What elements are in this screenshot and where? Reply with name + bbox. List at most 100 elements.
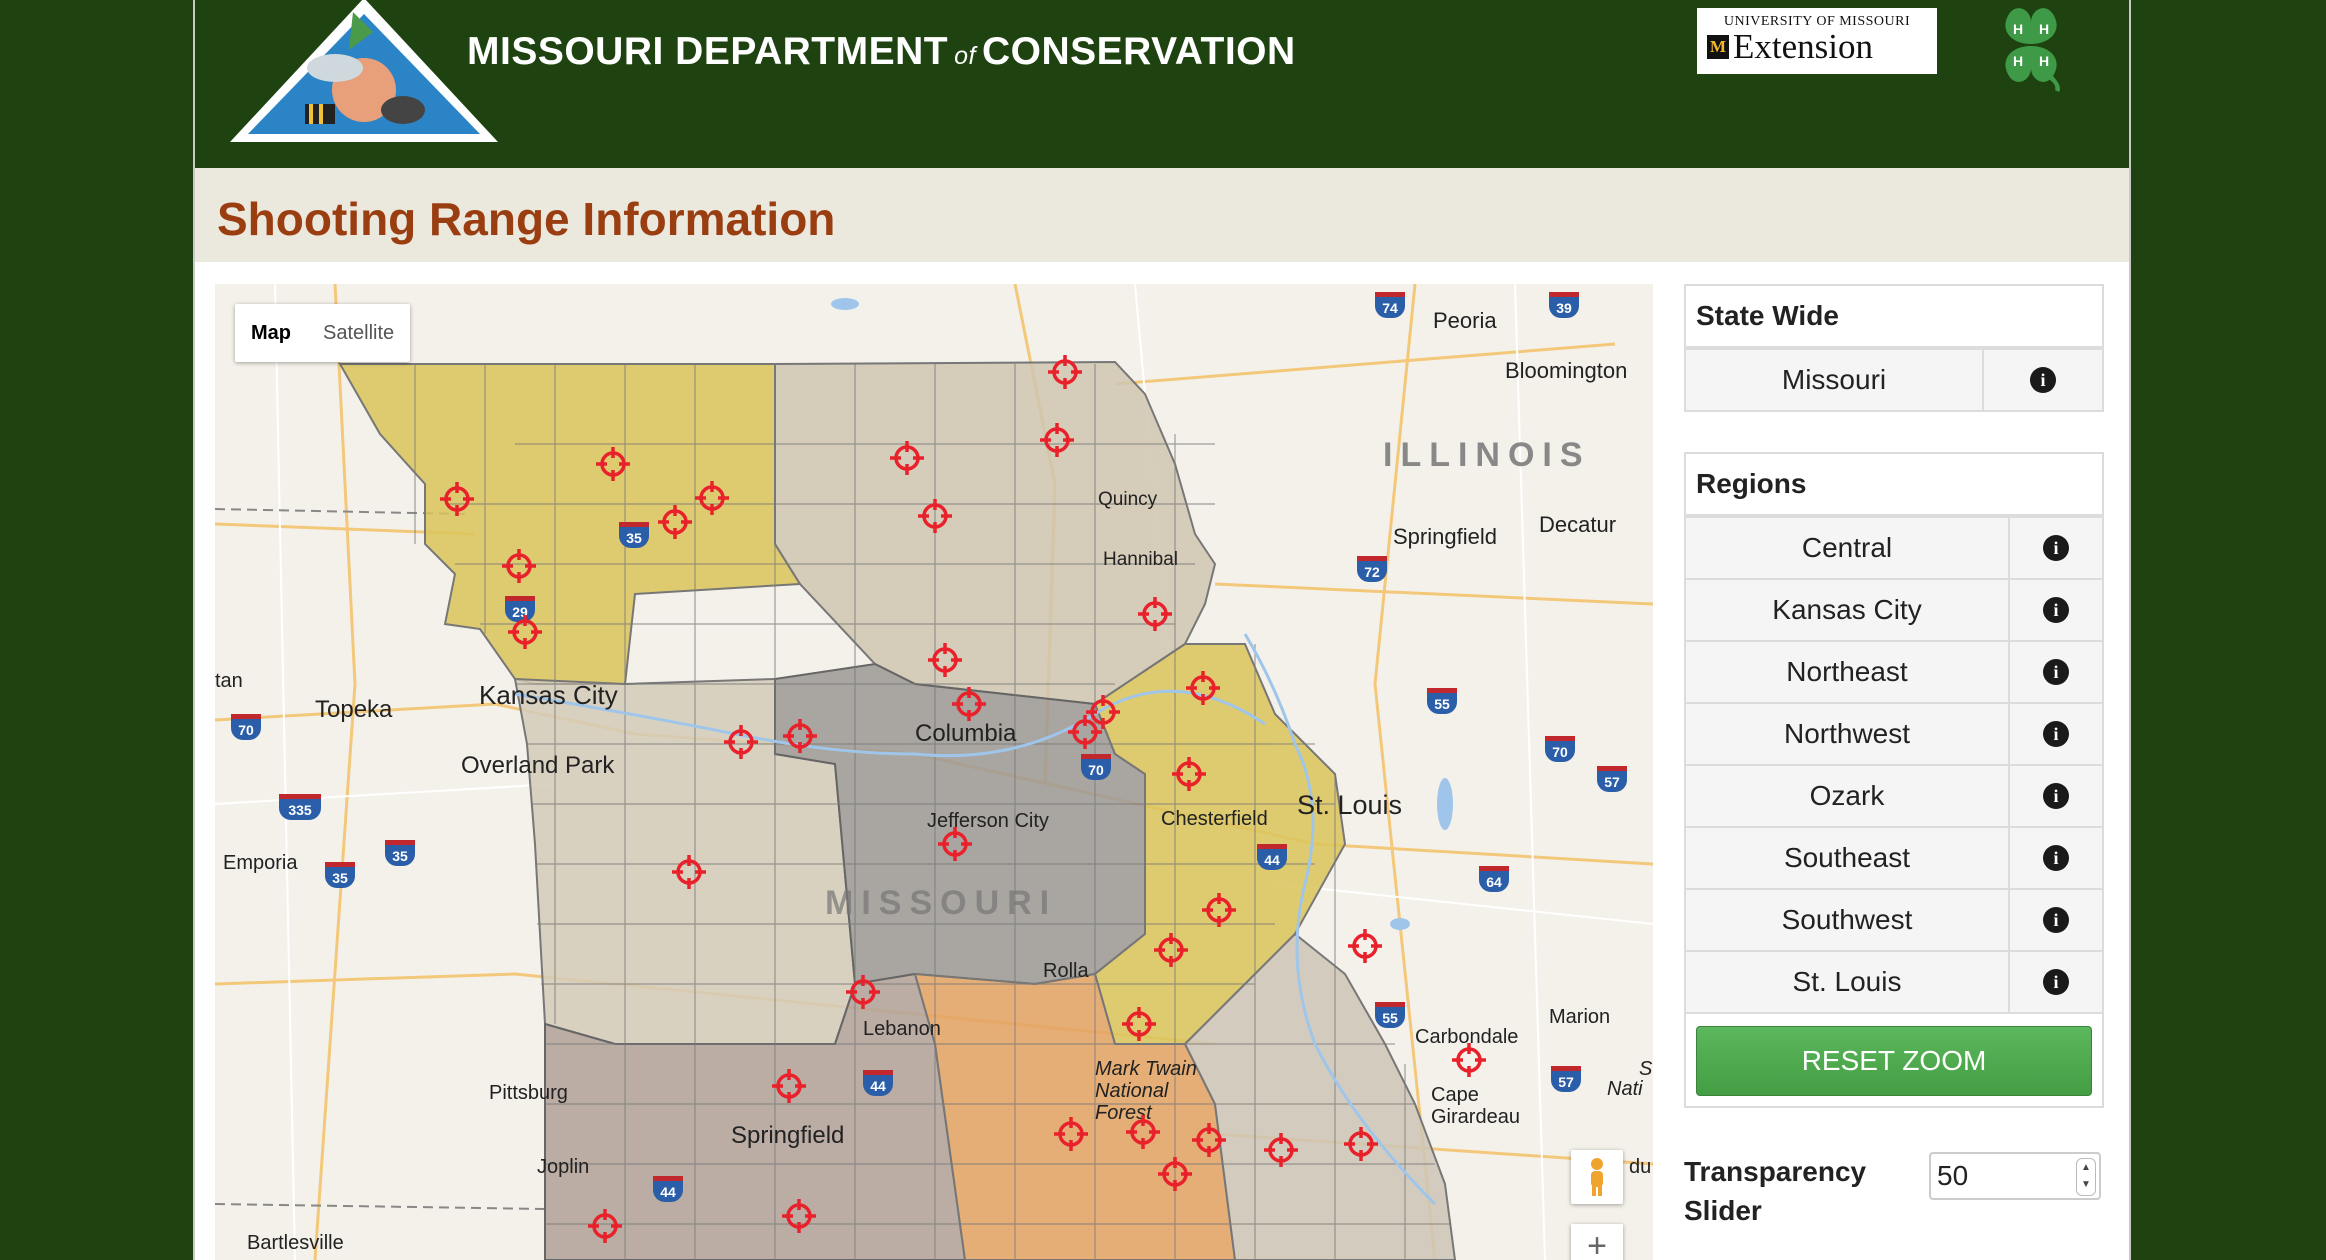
highway-shield: 70 xyxy=(1545,736,1575,762)
region-northwest[interactable] xyxy=(338,363,802,685)
range-marker[interactable] xyxy=(501,548,537,584)
place-label: Marion xyxy=(1549,1006,1611,1028)
place-label: Columbia xyxy=(915,720,1017,747)
highway-shield: 35 xyxy=(325,862,355,888)
highway-shield: 335 xyxy=(279,794,321,820)
mdc-logo[interactable] xyxy=(223,0,505,160)
region-st-louis-button[interactable]: St. Louis xyxy=(1686,952,2010,1012)
range-marker[interactable] xyxy=(1125,1114,1161,1150)
info-icon[interactable]: i xyxy=(2043,907,2069,933)
statewide-row-missouri[interactable]: Missouri i xyxy=(1686,348,2102,410)
range-marker[interactable] xyxy=(1191,1122,1227,1158)
reset-zoom-button[interactable]: RESET ZOOM xyxy=(1696,1026,2092,1096)
range-marker[interactable] xyxy=(782,718,818,754)
info-icon[interactable]: i xyxy=(2030,367,2056,393)
extension-logo[interactable]: UNIVERSITY OF MISSOURI M Extension xyxy=(1697,8,1937,74)
region-row-southwest[interactable]: Southwest i xyxy=(1686,888,2102,950)
header-title-part2: CONSERVATION xyxy=(981,30,1296,73)
region-row-northwest[interactable]: Northwest i xyxy=(1686,702,2102,764)
range-marker[interactable] xyxy=(937,826,973,862)
range-marker[interactable] xyxy=(1047,354,1083,390)
info-cell[interactable]: i xyxy=(1984,350,2102,410)
range-marker[interactable] xyxy=(507,614,543,650)
region-row-ozark[interactable]: Ozark i xyxy=(1686,764,2102,826)
range-marker[interactable] xyxy=(1121,1006,1157,1042)
range-marker[interactable] xyxy=(917,498,953,534)
range-marker[interactable] xyxy=(1157,1156,1193,1192)
info-cell[interactable]: i xyxy=(2010,766,2102,826)
region-row-st-louis[interactable]: St. Louis i xyxy=(1686,950,2102,1012)
range-marker[interactable] xyxy=(657,504,693,540)
info-icon[interactable]: i xyxy=(2043,659,2069,685)
transparency-stepper[interactable]: ▲ ▼ xyxy=(2076,1158,2096,1196)
street-view-pegman-icon[interactable] xyxy=(1571,1150,1623,1204)
range-marker[interactable] xyxy=(1347,928,1383,964)
site-header: MISSOURI DEPARTMENT of CONSERVATION UNIVER… xyxy=(195,0,2129,168)
statewide-panel: State Wide Missouri i xyxy=(1684,284,2104,412)
range-marker[interactable] xyxy=(845,974,881,1010)
range-marker[interactable] xyxy=(1137,596,1173,632)
info-cell[interactable]: i xyxy=(2010,642,2102,702)
range-marker[interactable] xyxy=(889,440,925,476)
region-row-southeast[interactable]: Southeast i xyxy=(1686,826,2102,888)
range-marker[interactable] xyxy=(781,1198,817,1234)
info-cell[interactable]: i xyxy=(2010,952,2102,1012)
region-row-kansas-city[interactable]: Kansas City i xyxy=(1686,578,2102,640)
range-marker[interactable] xyxy=(927,642,963,678)
place-label: Decatur xyxy=(1539,512,1617,537)
statewide-missouri-button[interactable]: Missouri xyxy=(1686,350,1984,410)
place-label: Springfield xyxy=(731,1122,845,1149)
range-marker[interactable] xyxy=(1067,714,1103,750)
mizzou-mark-icon: M xyxy=(1707,35,1729,59)
range-marker[interactable] xyxy=(595,446,631,482)
range-marker[interactable] xyxy=(1451,1042,1487,1078)
range-marker[interactable] xyxy=(587,1208,623,1244)
region-northeast-button[interactable]: Northeast xyxy=(1686,642,2010,702)
range-marker[interactable] xyxy=(1263,1132,1299,1168)
info-icon[interactable]: i xyxy=(2043,845,2069,871)
region-southeast-button[interactable]: Southeast xyxy=(1686,828,2010,888)
zoom-in-button[interactable]: + xyxy=(1571,1224,1623,1260)
region-kansas-city-button[interactable]: Kansas City xyxy=(1686,580,2010,640)
info-icon[interactable]: i xyxy=(2043,969,2069,995)
range-marker[interactable] xyxy=(723,724,759,760)
region-row-central[interactable]: Central i xyxy=(1686,516,2102,578)
region-row-northeast[interactable]: Northeast i xyxy=(1686,640,2102,702)
range-marker[interactable] xyxy=(771,1068,807,1104)
highway-shield: 70 xyxy=(1081,754,1111,780)
range-marker[interactable] xyxy=(1185,670,1221,706)
map-canvas[interactable]: Peoria Bloomington Quincy Hannibal Sprin… xyxy=(215,284,1653,1260)
info-cell[interactable]: i xyxy=(2010,890,2102,950)
info-cell[interactable]: i xyxy=(2010,518,2102,578)
region-northwest-button[interactable]: Northwest xyxy=(1686,704,2010,764)
four-h-clover-icon[interactable]: H HH H xyxy=(1981,0,2081,92)
range-marker[interactable] xyxy=(1039,422,1075,458)
info-icon[interactable]: i xyxy=(2043,721,2069,747)
region-southwest-button[interactable]: Southwest xyxy=(1686,890,2010,950)
place-label: Springfield xyxy=(1393,524,1497,549)
map-type-satellite-button[interactable]: Satellite xyxy=(307,304,410,362)
range-marker[interactable] xyxy=(1171,756,1207,792)
info-cell[interactable]: i xyxy=(2010,828,2102,888)
info-icon[interactable]: i xyxy=(2043,535,2069,561)
place-label: Topeka xyxy=(315,696,393,723)
region-ozark-button[interactable]: Ozark xyxy=(1686,766,2010,826)
range-marker[interactable] xyxy=(1201,892,1237,928)
region-central-button[interactable]: Central xyxy=(1686,518,2010,578)
region-northeast[interactable] xyxy=(774,360,1217,706)
range-marker[interactable] xyxy=(1343,1126,1379,1162)
place-label: S xyxy=(1639,1058,1653,1080)
map-type-map-button[interactable]: Map xyxy=(235,304,307,362)
range-marker[interactable] xyxy=(1153,932,1189,968)
highway-shield: 72 xyxy=(1357,556,1387,582)
range-marker[interactable] xyxy=(951,686,987,722)
range-marker[interactable] xyxy=(671,854,707,890)
range-marker[interactable] xyxy=(694,480,730,516)
place-label: Pittsburg xyxy=(489,1082,568,1104)
info-cell[interactable]: i xyxy=(2010,580,2102,640)
info-cell[interactable]: i xyxy=(2010,704,2102,764)
range-marker[interactable] xyxy=(1053,1116,1089,1152)
info-icon[interactable]: i xyxy=(2043,783,2069,809)
info-icon[interactable]: i xyxy=(2043,597,2069,623)
range-marker[interactable] xyxy=(439,481,475,517)
